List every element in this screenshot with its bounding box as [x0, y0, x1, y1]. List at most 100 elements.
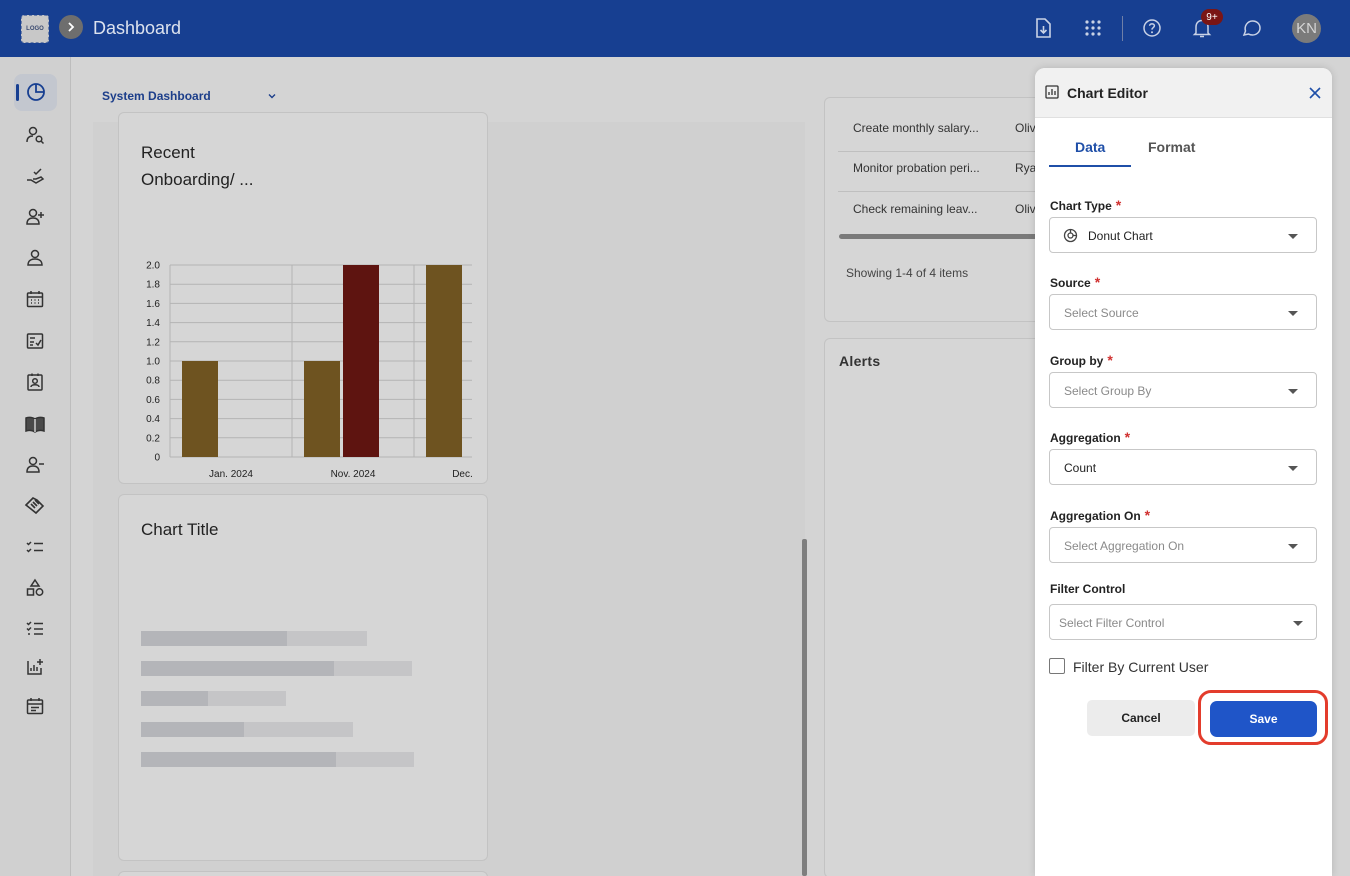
close-icon[interactable] [1306, 84, 1324, 102]
active-tab-indicator [1049, 165, 1131, 167]
chart-editor-panel: Chart Editor Data Format Chart Type * Don… [1035, 68, 1332, 876]
x-tick-label: Dec, 2024 [452, 469, 472, 477]
sidebar-item-contacts[interactable] [22, 369, 48, 395]
apps-button[interactable] [1081, 16, 1105, 40]
calendar-event-icon [26, 698, 44, 715]
sidebar-item-agreements[interactable] [22, 493, 48, 519]
y-tick-label: 1.8 [146, 280, 160, 291]
donut-chart-icon [1063, 228, 1078, 243]
calendar-icon [26, 291, 44, 308]
dropdown-caret-icon [1288, 466, 1298, 471]
aggregation-on-placeholder: Select Aggregation On [1064, 539, 1185, 553]
sidebar-item-search-employee[interactable] [22, 122, 48, 148]
book-open-icon [25, 416, 45, 433]
tasks-pagination-info: Showing 1-4 of 4 items [846, 266, 969, 280]
download-report-button[interactable] [1031, 16, 1055, 40]
chevron-right-icon [68, 22, 75, 32]
sidebar-item-profile[interactable] [22, 245, 48, 271]
task-assignee: Rya [1015, 161, 1037, 175]
y-tick-label: 1.2 [146, 337, 160, 348]
loading-placeholder-bar [141, 631, 367, 646]
user-remove-icon [26, 456, 44, 473]
contact-card-icon [27, 373, 43, 391]
save-button[interactable]: Save [1210, 701, 1317, 737]
user-avatar[interactable]: KN [1292, 14, 1321, 43]
y-tick-label: 1.0 [146, 357, 160, 368]
aggregation-select[interactable]: Count [1049, 449, 1317, 485]
user-add-icon [26, 208, 44, 225]
y-tick-label: 2.0 [146, 261, 160, 272]
bar-onboarding [182, 361, 218, 457]
chat-button[interactable] [1240, 16, 1264, 40]
task-title: Check remaining leav... [853, 202, 978, 216]
task-title: Monitor probation peri... [853, 161, 980, 175]
page-title: Dashboard [93, 18, 182, 38]
sidebar-item-task-list[interactable] [22, 534, 48, 560]
aggregation-on-label: Aggregation On * [1050, 507, 1151, 523]
loading-placeholder-bar [141, 691, 286, 706]
download-file-icon [1036, 18, 1051, 38]
empty-chart-card [118, 494, 488, 861]
dashboard-card [118, 871, 488, 876]
chart-type-value: Donut Chart [1088, 229, 1153, 243]
loading-placeholder-bar [141, 722, 353, 737]
onboarding-title-line2: Onboarding/ ... [141, 170, 254, 189]
source-select[interactable]: Select Source [1049, 294, 1317, 330]
chart-type-label: Chart Type * [1050, 197, 1122, 213]
sidebar-item-handbook[interactable] [22, 411, 48, 437]
sidebar-item-schedule[interactable] [22, 693, 48, 719]
group-by-label: Group by * [1050, 352, 1113, 368]
y-tick-label: 1.6 [146, 299, 160, 310]
filter-control-select[interactable]: Select Filter Control [1049, 604, 1317, 640]
filter-by-current-user-checkbox[interactable] [1049, 658, 1065, 674]
x-tick-label: Nov, 2024 [331, 469, 376, 477]
aggregation-on-select[interactable]: Select Aggregation On [1049, 527, 1317, 563]
help-icon [1143, 19, 1161, 37]
help-button[interactable] [1140, 16, 1164, 40]
group-by-select[interactable]: Select Group By [1049, 372, 1317, 408]
source-label: Source * [1050, 274, 1101, 290]
aggregation-label: Aggregation * [1050, 429, 1131, 445]
dropdown-caret-icon [1288, 544, 1298, 549]
y-tick-label: 0.6 [146, 395, 160, 406]
shapes-icon [26, 578, 44, 596]
loading-placeholder-bar [141, 661, 412, 676]
sidebar-item-numbered-list[interactable] [22, 615, 48, 641]
ordered-list-icon [26, 621, 43, 635]
sidebar-item-checklist[interactable] [22, 328, 48, 354]
scrollbar-thumb[interactable] [802, 539, 807, 876]
dropdown-caret-icon [1293, 621, 1303, 626]
dashboard-selector[interactable]: System Dashboard [102, 89, 211, 103]
tab-data[interactable]: Data [1075, 139, 1105, 155]
user-search-icon [26, 126, 45, 145]
chevron-down-icon[interactable] [267, 91, 277, 101]
sidebar-item-remove-user[interactable] [22, 452, 48, 478]
bar-onboarding [304, 361, 340, 457]
sidebar-item-calendar[interactable] [22, 286, 48, 312]
cancel-button[interactable]: Cancel [1087, 700, 1195, 736]
y-tick-label: 0 [154, 453, 160, 464]
horizontal-scrollbar[interactable] [839, 234, 1039, 239]
sidebar-item-approvals[interactable] [22, 163, 48, 189]
dropdown-caret-icon [1288, 234, 1298, 239]
chart-type-select[interactable]: Donut Chart [1049, 217, 1317, 253]
alerts-title: Alerts [839, 353, 881, 369]
onboarding-bar-chart: 0 0.2 0.4 0.6 0.8 1.0 1.2 1.4 1.6 1.8 2.0 Jan, 2024… [146, 261, 472, 477]
tab-format[interactable]: Format [1148, 139, 1195, 155]
chat-icon [1242, 20, 1261, 37]
expand-sidebar-button[interactable] [59, 15, 83, 39]
task-title: Create monthly salary... [853, 121, 979, 135]
sidebar [0, 57, 71, 876]
filter-control-placeholder: Select Filter Control [1059, 616, 1165, 630]
sidebar-item-assets[interactable] [22, 575, 48, 601]
sidebar-active-indicator [16, 84, 19, 101]
x-tick-label: Jan, 2024 [209, 469, 253, 477]
sidebar-item-reports[interactable] [22, 654, 48, 680]
chart-add-icon [27, 659, 43, 675]
sidebar-item-add-user[interactable] [22, 204, 48, 230]
logo: LOGO [21, 15, 49, 43]
y-tick-label: 0.4 [146, 414, 160, 425]
dashboard-pie-icon [27, 83, 45, 101]
sidebar-item-dashboard[interactable] [23, 79, 49, 105]
aggregation-value: Count [1064, 461, 1097, 475]
